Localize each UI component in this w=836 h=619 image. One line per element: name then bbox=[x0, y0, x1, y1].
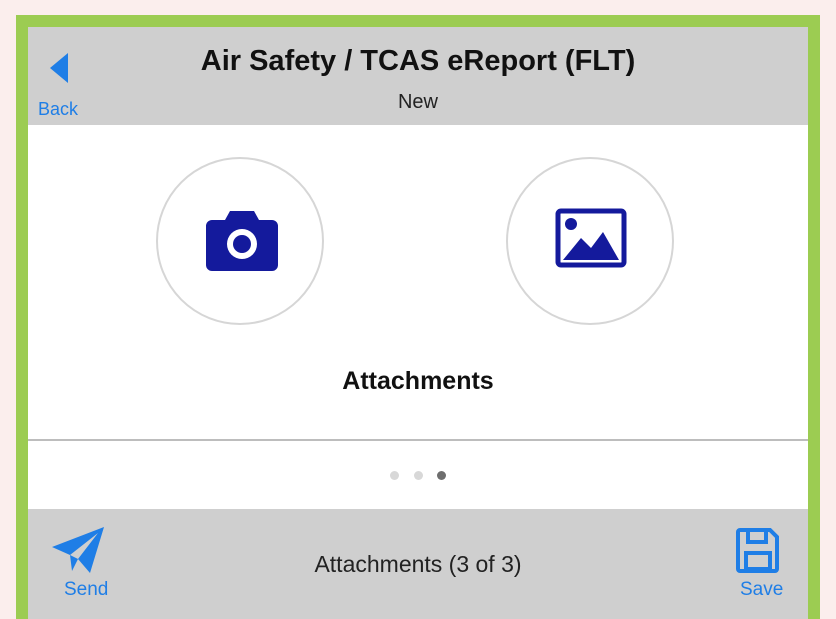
app-window: Back Air Safety / TCAS eReport (FLT) New… bbox=[16, 15, 820, 619]
attachments-panel: Attachments bbox=[28, 125, 808, 439]
floppy-disk-icon bbox=[736, 528, 779, 573]
camera-button[interactable] bbox=[156, 157, 324, 325]
page-subtitle: New bbox=[397, 91, 438, 113]
section-title: Attachments bbox=[342, 367, 494, 395]
send-label: Send bbox=[64, 579, 109, 600]
page-dot-1[interactable] bbox=[390, 471, 399, 480]
save-label: Save bbox=[740, 579, 784, 600]
save-button[interactable]: Save bbox=[730, 525, 794, 605]
page-title: Air Safety / TCAS eReport (FLT) bbox=[200, 45, 636, 77]
page-dot-2[interactable] bbox=[414, 471, 423, 480]
camera-icon bbox=[206, 211, 278, 271]
page-dot-3-active[interactable] bbox=[437, 471, 446, 480]
gallery-button[interactable] bbox=[506, 157, 674, 325]
footer-bar: Send Attachments (3 of 3) Save bbox=[28, 509, 808, 619]
status-text: Attachments (3 of 3) bbox=[314, 551, 522, 577]
image-gallery-icon bbox=[555, 208, 627, 268]
page-indicator bbox=[28, 441, 808, 509]
header-bar: Back Air Safety / TCAS eReport (FLT) New bbox=[28, 27, 808, 125]
